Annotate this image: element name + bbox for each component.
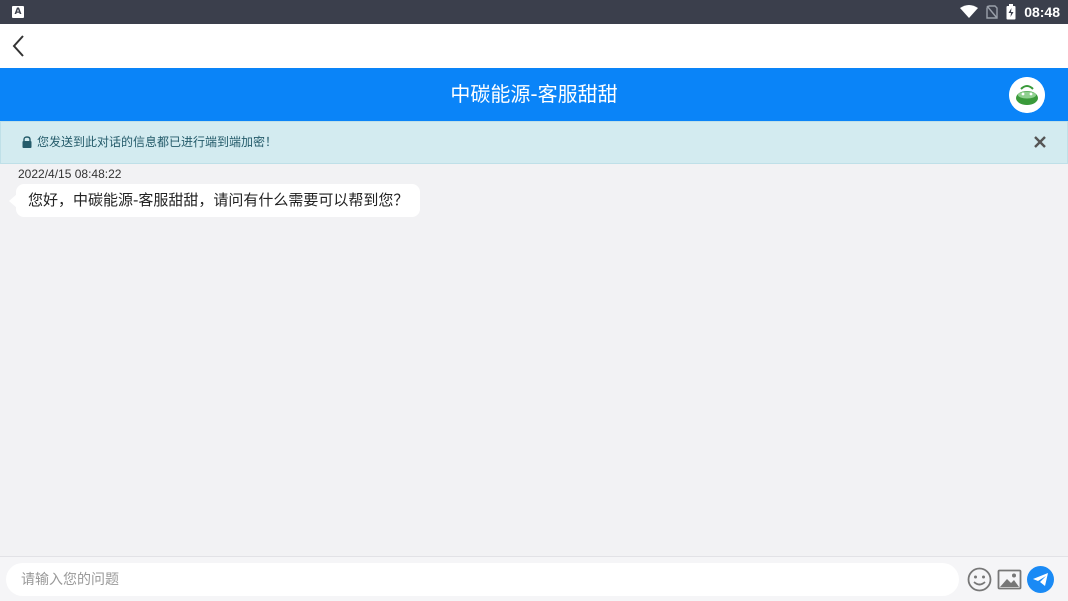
status-time: 08:48	[1024, 4, 1060, 20]
send-icon[interactable]	[1027, 566, 1054, 593]
wifi-icon	[960, 5, 979, 18]
notification-a-icon: A	[12, 6, 24, 18]
message-input[interactable]	[6, 563, 959, 596]
encryption-notice: 您发送到此对话的信息都已进行端到端加密！	[0, 121, 1068, 164]
message-timestamp: 2022/4/15 08:48:22	[18, 167, 122, 181]
avatar[interactable]	[1009, 77, 1045, 113]
battery-icon	[1006, 4, 1016, 20]
image-icon[interactable]	[997, 567, 1022, 592]
status-icons: 08:48	[960, 0, 1060, 24]
nav-bar	[0, 24, 1068, 68]
composer-bar	[0, 556, 1068, 601]
message-bubble: 您好，中碳能源-客服甜甜，请问有什么需要可以帮到您？	[8, 184, 421, 217]
chat-header: 中碳能源-客服甜甜	[0, 68, 1068, 121]
chat-title: 中碳能源-客服甜甜	[450, 82, 618, 106]
status-bar: A 08:48	[0, 0, 1068, 24]
back-arrow-icon[interactable]	[8, 32, 36, 60]
emoji-icon[interactable]	[967, 567, 992, 592]
close-icon[interactable]	[1031, 133, 1049, 151]
lock-icon	[22, 136, 32, 148]
encryption-notice-text: 您发送到此对话的信息都已进行端到端加密！	[37, 135, 278, 149]
no-sim-icon	[986, 5, 998, 19]
